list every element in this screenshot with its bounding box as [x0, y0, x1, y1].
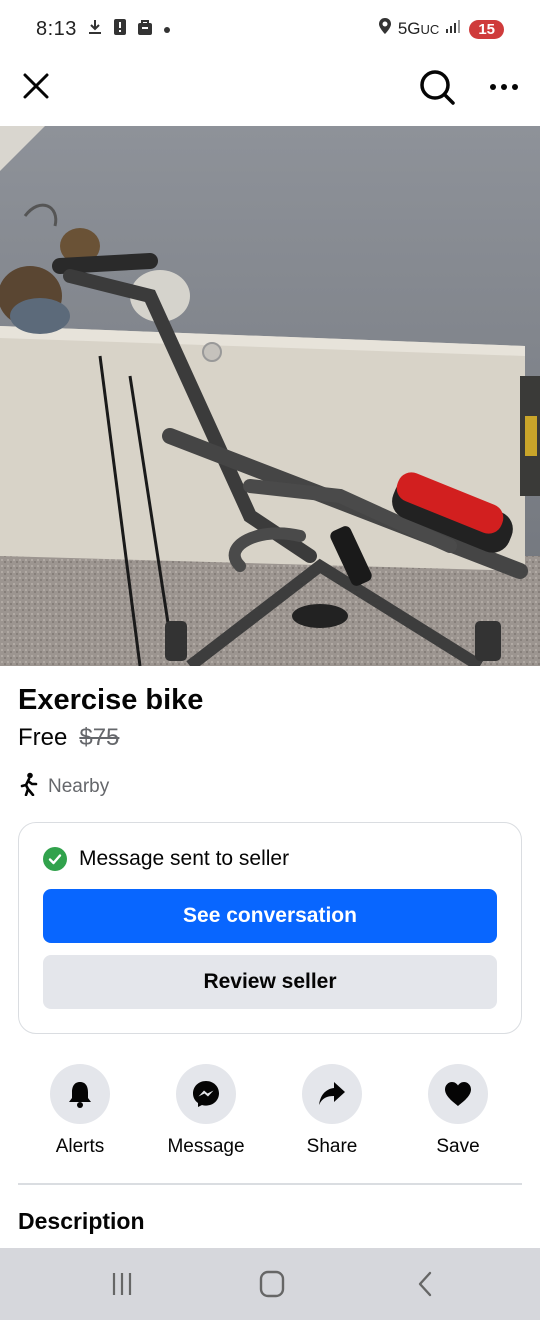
search-icon[interactable] [416, 66, 458, 108]
recent-apps-icon[interactable] [102, 1270, 142, 1298]
signal-icon [445, 18, 463, 40]
network-suffix: UC [420, 22, 440, 37]
status-time: 8:13 [36, 17, 77, 40]
home-icon[interactable] [252, 1270, 292, 1298]
save-action[interactable]: Save [398, 1064, 518, 1158]
alerts-label: Alerts [55, 1136, 105, 1157]
review-seller-button[interactable]: Review seller [43, 955, 497, 1009]
original-price: $75 [79, 724, 120, 751]
check-circle-icon [43, 847, 67, 871]
listing-photo[interactable] [0, 126, 540, 666]
alerts-action[interactable]: Alerts [20, 1064, 140, 1158]
dot-icon [163, 21, 171, 38]
alert-icon [113, 18, 127, 40]
description-heading: Description [18, 1208, 145, 1234]
system-nav-bar [0, 1248, 540, 1320]
listing-title: Exercise bike [18, 684, 204, 716]
see-conversation-button[interactable]: See conversation [43, 889, 497, 943]
close-icon[interactable] [18, 68, 54, 104]
price-row: Free $75 [18, 724, 119, 752]
messenger-icon[interactable] [176, 1064, 236, 1124]
save-label: Save [436, 1136, 480, 1157]
bell-icon[interactable] [50, 1064, 110, 1124]
back-icon[interactable] [404, 1270, 444, 1298]
share-label: Share [306, 1136, 358, 1157]
battery-level: 15 [469, 19, 504, 39]
status-bar: 8:13 5GUC 15 [0, 0, 540, 58]
heart-icon[interactable] [428, 1064, 488, 1124]
share-action[interactable]: Share [272, 1064, 392, 1158]
location-icon [378, 17, 392, 41]
listing-price: Free [18, 724, 68, 751]
walking-person-icon [18, 772, 40, 802]
location-label: Nearby [48, 776, 110, 797]
download-icon [87, 18, 103, 40]
message-sent-text: Message sent to seller [79, 847, 290, 870]
message-sent-row: Message sent to seller [43, 847, 289, 871]
share-icon[interactable] [302, 1064, 362, 1124]
location-row: Nearby [18, 772, 109, 802]
message-label: Message [167, 1136, 245, 1157]
message-action[interactable]: Message [146, 1064, 266, 1158]
section-divider [18, 1183, 522, 1185]
app-bar [0, 58, 540, 126]
action-row: Alerts Message Share Save [0, 1064, 540, 1164]
message-status-card: Message sent to seller See conversation … [18, 822, 522, 1034]
network-type: 5GUC [398, 19, 439, 39]
network-gen: 5G [397, 19, 421, 38]
more-icon[interactable] [484, 68, 524, 104]
bag-icon [137, 18, 153, 40]
